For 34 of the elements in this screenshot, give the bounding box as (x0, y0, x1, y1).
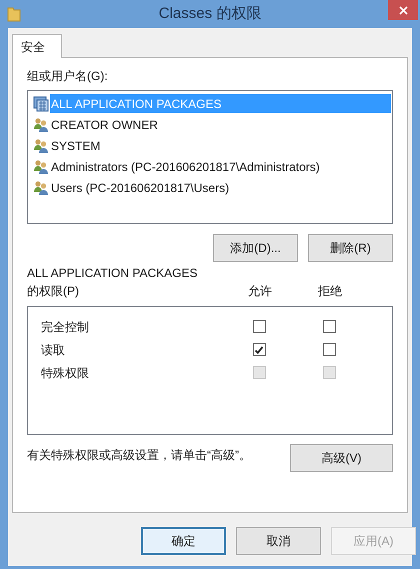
dialog-button[interactable]: 确定 (141, 527, 226, 555)
checkbox[interactable] (252, 343, 266, 356)
principal-item[interactable]: Users (PC-201606201817\Users) (50, 178, 230, 197)
users-icon (33, 158, 49, 174)
permission-name: 特殊权限 (41, 364, 89, 382)
checkmark-icon (254, 344, 264, 354)
users-icon (33, 138, 49, 154)
window-title: Classes 的权限 (158, 4, 262, 24)
permission-name: 读取 (41, 342, 65, 358)
tab[interactable]: 安全 (12, 34, 62, 58)
column-header: 允许 (247, 283, 273, 300)
advanced-button[interactable]: 高级(V) (290, 444, 393, 472)
users-icon (33, 116, 49, 132)
close-icon (398, 6, 408, 14)
list-action-button[interactable]: 删除(R) (308, 234, 393, 262)
checkbox[interactable] (252, 320, 266, 333)
package-grid-icon (33, 96, 49, 112)
column-header: 拒绝 (317, 283, 343, 300)
principals-label: 组或用户名(G): (27, 68, 109, 85)
users-icon (33, 180, 49, 196)
principal-item[interactable]: SYSTEM (50, 136, 100, 155)
permissions-subject: ALL APPLICATION PACKAGES (27, 265, 198, 282)
folder-icon (7, 6, 21, 22)
principals-list[interactable]: ALL APPLICATION PACKAGES CREATOR OWNER SYSTEM Administrators (PC-201606201817\Administrators) Users (PC-201606201817\Users) (27, 90, 393, 224)
close-button[interactable] (388, 0, 418, 20)
permission-name: 完全控制 (41, 318, 89, 336)
permissions-label: 的权限(P) (27, 283, 80, 300)
dialog-button[interactable]: 取消 (236, 527, 321, 555)
advanced-note: 有关特殊权限或高级设置，请单击“高级”。 (27, 447, 251, 464)
list-action-button[interactable]: 添加(D)... (213, 234, 298, 262)
checkbox[interactable] (322, 343, 336, 356)
checkbox[interactable] (322, 320, 336, 333)
principal-item[interactable]: Administrators (PC-201606201817\Administrators) (50, 157, 320, 176)
principal-item[interactable]: CREATOR OWNER (50, 115, 158, 134)
